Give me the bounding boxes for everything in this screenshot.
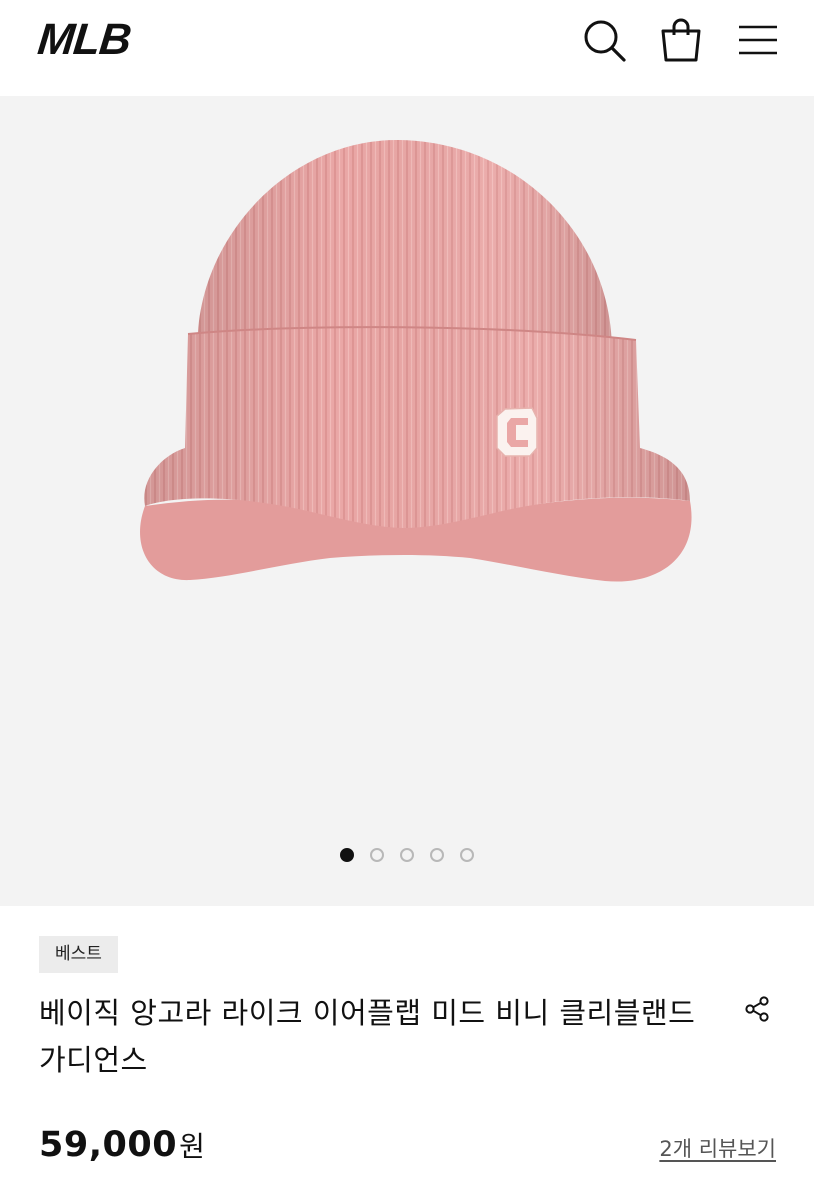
pagination-dot[interactable]	[340, 848, 354, 862]
pagination-dot[interactable]	[430, 848, 444, 862]
price-currency: 원	[179, 1130, 205, 1163]
pagination-dot[interactable]	[400, 848, 414, 862]
shopping-bag-icon[interactable]	[657, 16, 705, 64]
pagination-dot[interactable]	[460, 848, 474, 862]
beanie-product-image	[140, 139, 692, 582]
menu-icon[interactable]	[733, 16, 781, 64]
share-icon[interactable]	[742, 994, 772, 1024]
mlb-logo[interactable]: MLB	[35, 15, 132, 64]
team-logo-patch	[496, 407, 538, 457]
gallery-pagination	[0, 848, 814, 862]
best-badge: 베스트	[39, 936, 118, 973]
pagination-dot[interactable]	[370, 848, 384, 862]
price: 59,000 원	[39, 1125, 205, 1165]
product-image-gallery[interactable]	[0, 96, 814, 906]
review-link[interactable]: 2개 리뷰보기	[659, 1133, 776, 1163]
price-amount: 59,000	[39, 1125, 178, 1165]
top-header: MLB	[0, 0, 814, 96]
search-icon[interactable]	[580, 16, 628, 64]
product-title: 베이직 앙고라 라이크 이어플랩 미드 비니 클리블랜드 가디언스	[39, 996, 696, 1077]
